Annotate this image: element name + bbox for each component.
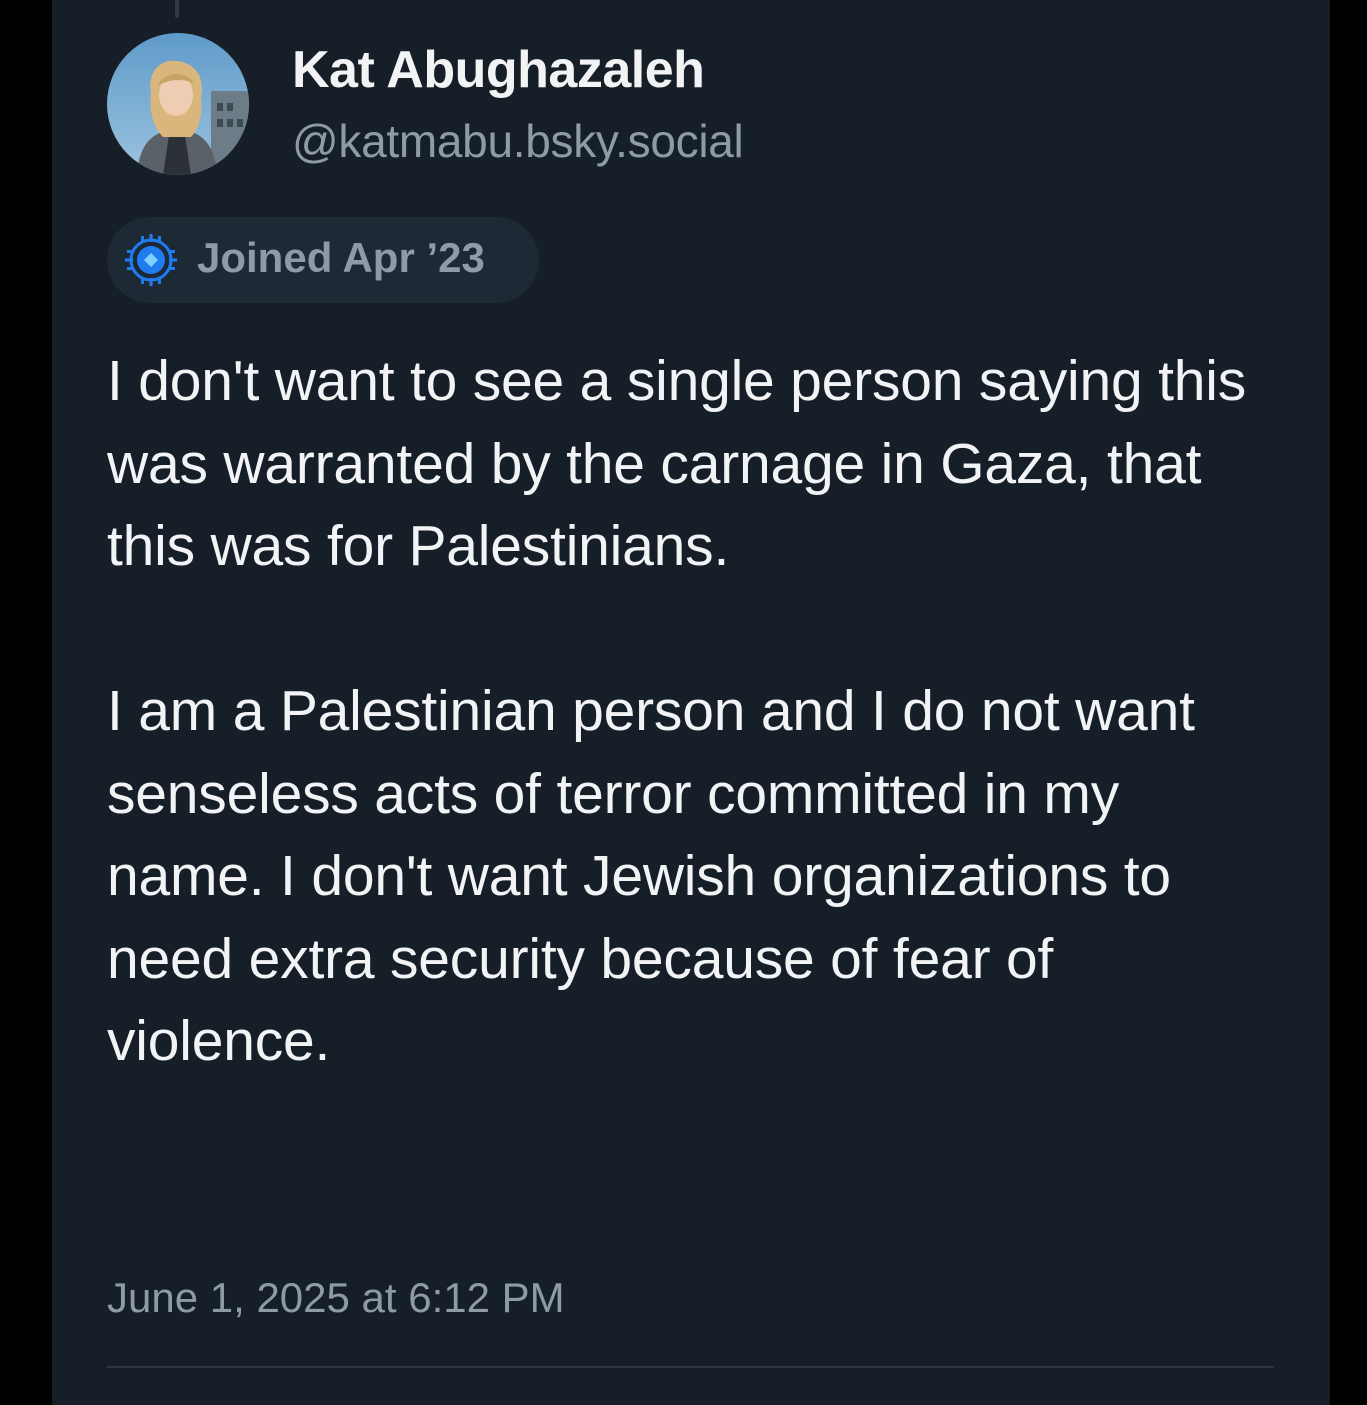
avatar[interactable]	[107, 33, 249, 175]
joined-date-label: Joined Apr ’23	[197, 234, 485, 281]
author-display-name[interactable]: Kat Abughazaleh	[292, 40, 705, 100]
divider	[107, 1366, 1274, 1368]
thread-connector-line	[175, 0, 179, 18]
joined-date-badge: Joined Apr ’23	[107, 217, 539, 303]
bluesky-verified-badge-icon	[124, 233, 178, 287]
post-body-text: I don't want to see a single person sayi…	[107, 349, 1247, 1073]
author-handle[interactable]: @katmabu.bsky.social	[292, 114, 744, 168]
avatar-photo	[107, 33, 249, 175]
post-timestamp[interactable]: June 1, 2025 at 6:12 PM	[107, 1274, 565, 1322]
